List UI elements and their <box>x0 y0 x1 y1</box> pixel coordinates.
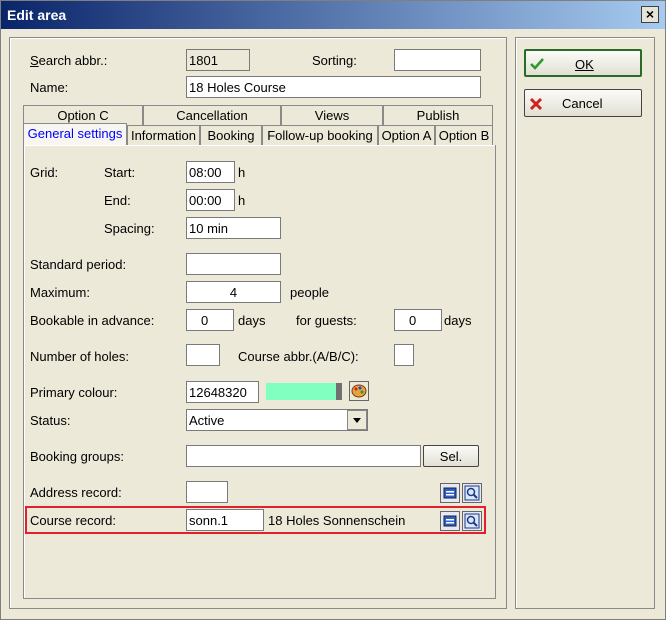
cancel-button[interactable]: Cancel <box>524 89 642 117</box>
tab-option-c[interactable]: Option C <box>23 105 143 125</box>
tab-views[interactable]: Views <box>281 105 383 125</box>
sorting-label: Sorting: <box>312 53 357 68</box>
address-print-button[interactable] <box>440 483 460 503</box>
grid-label: Grid: <box>30 165 59 180</box>
edit-area-dialog: Edit area × Search abbr.: 1801 Sorting: … <box>0 0 666 620</box>
ok-button[interactable]: OK <box>524 49 642 77</box>
name-label: Name: <box>30 80 69 95</box>
booking-groups-field[interactable] <box>186 445 421 467</box>
search-abbr-label-text: earch abbr.: <box>38 53 108 68</box>
guests-label: for guests: <box>296 313 357 328</box>
tab-option-a[interactable]: Option A <box>378 125 435 145</box>
tab-general-settings[interactable]: General settings <box>23 123 127 145</box>
magnifier-icon <box>464 513 480 529</box>
select-groups-button[interactable]: Sel. <box>423 445 479 467</box>
holes-field[interactable] <box>186 344 220 366</box>
end-time-field[interactable]: 00:00 <box>186 189 235 211</box>
course-abbr-label: Course abbr.(A/B/C): <box>238 349 359 364</box>
check-icon <box>530 58 544 70</box>
booking-groups-label: Booking groups: <box>30 449 124 464</box>
bookable-label: Bookable in advance: <box>30 313 155 328</box>
start-unit: h <box>238 165 246 180</box>
search-abbr-field[interactable]: 1801 <box>186 49 250 71</box>
close-button[interactable]: × <box>641 6 659 23</box>
end-label: End: <box>104 193 131 208</box>
guests-days-unit: days <box>444 313 472 328</box>
tab-follow-up-booking[interactable]: Follow-up booking <box>262 125 378 145</box>
tab-information[interactable]: Information <box>127 125 200 145</box>
maximum-label: Maximum: <box>30 285 90 300</box>
guests-days-field[interactable]: 0 <box>394 309 442 331</box>
course-abbr-field[interactable] <box>394 344 414 366</box>
status-select[interactable]: Active <box>186 409 368 431</box>
course-record-field[interactable]: sonn.1 <box>186 509 264 531</box>
address-record-label: Address record: <box>30 485 122 500</box>
chevron-down-icon[interactable] <box>347 410 367 430</box>
standard-period-label: Standard period: <box>30 257 127 272</box>
palette-icon <box>351 384 367 398</box>
name-field[interactable]: 18 Holes Course <box>186 76 481 98</box>
course-record-label: Course record: <box>30 513 116 528</box>
window-title: Edit area <box>7 7 67 23</box>
magnifier-icon <box>464 485 480 501</box>
course-record-text: 18 Holes Sonnenschein <box>268 513 406 528</box>
status-label: Status: <box>30 413 71 428</box>
button-panel <box>515 37 655 609</box>
tab-cancellation[interactable]: Cancellation <box>143 105 281 125</box>
tab-option-b[interactable]: Option B <box>435 125 493 145</box>
address-search-button[interactable] <box>462 483 482 503</box>
course-search-button[interactable] <box>462 511 482 531</box>
maximum-field[interactable]: 4 <box>186 281 281 303</box>
tab-booking[interactable]: Booking <box>200 125 262 145</box>
printer-icon <box>443 487 457 499</box>
colour-swatch <box>266 383 342 400</box>
bookable-days-unit: days <box>238 313 266 328</box>
address-record-field[interactable] <box>186 481 228 503</box>
maximum-unit: people <box>290 285 330 300</box>
spacing-label: Spacing: <box>104 221 155 236</box>
sorting-field[interactable] <box>394 49 481 71</box>
search-abbr-label: Search abbr.: <box>30 53 108 68</box>
start-label: Start: <box>104 165 136 180</box>
primary-colour-field[interactable]: 12648320 <box>186 381 259 403</box>
ok-label: OK <box>575 57 594 72</box>
cross-icon <box>529 97 543 111</box>
primary-colour-label: Primary colour: <box>30 385 118 400</box>
end-unit: h <box>238 193 246 208</box>
holes-label: Number of holes: <box>30 349 129 364</box>
title-bar: Edit area × <box>1 1 665 29</box>
tab-publish[interactable]: Publish <box>383 105 493 125</box>
printer-icon <box>443 515 457 527</box>
colour-picker-button[interactable] <box>349 381 369 401</box>
standard-period-field[interactable] <box>186 253 281 275</box>
bookable-days-field[interactable]: 0 <box>186 309 234 331</box>
spacing-field[interactable]: 10 min <box>186 217 281 239</box>
start-time-field[interactable]: 08:00 <box>186 161 235 183</box>
cancel-label: Cancel <box>562 96 603 111</box>
course-print-button[interactable] <box>440 511 460 531</box>
